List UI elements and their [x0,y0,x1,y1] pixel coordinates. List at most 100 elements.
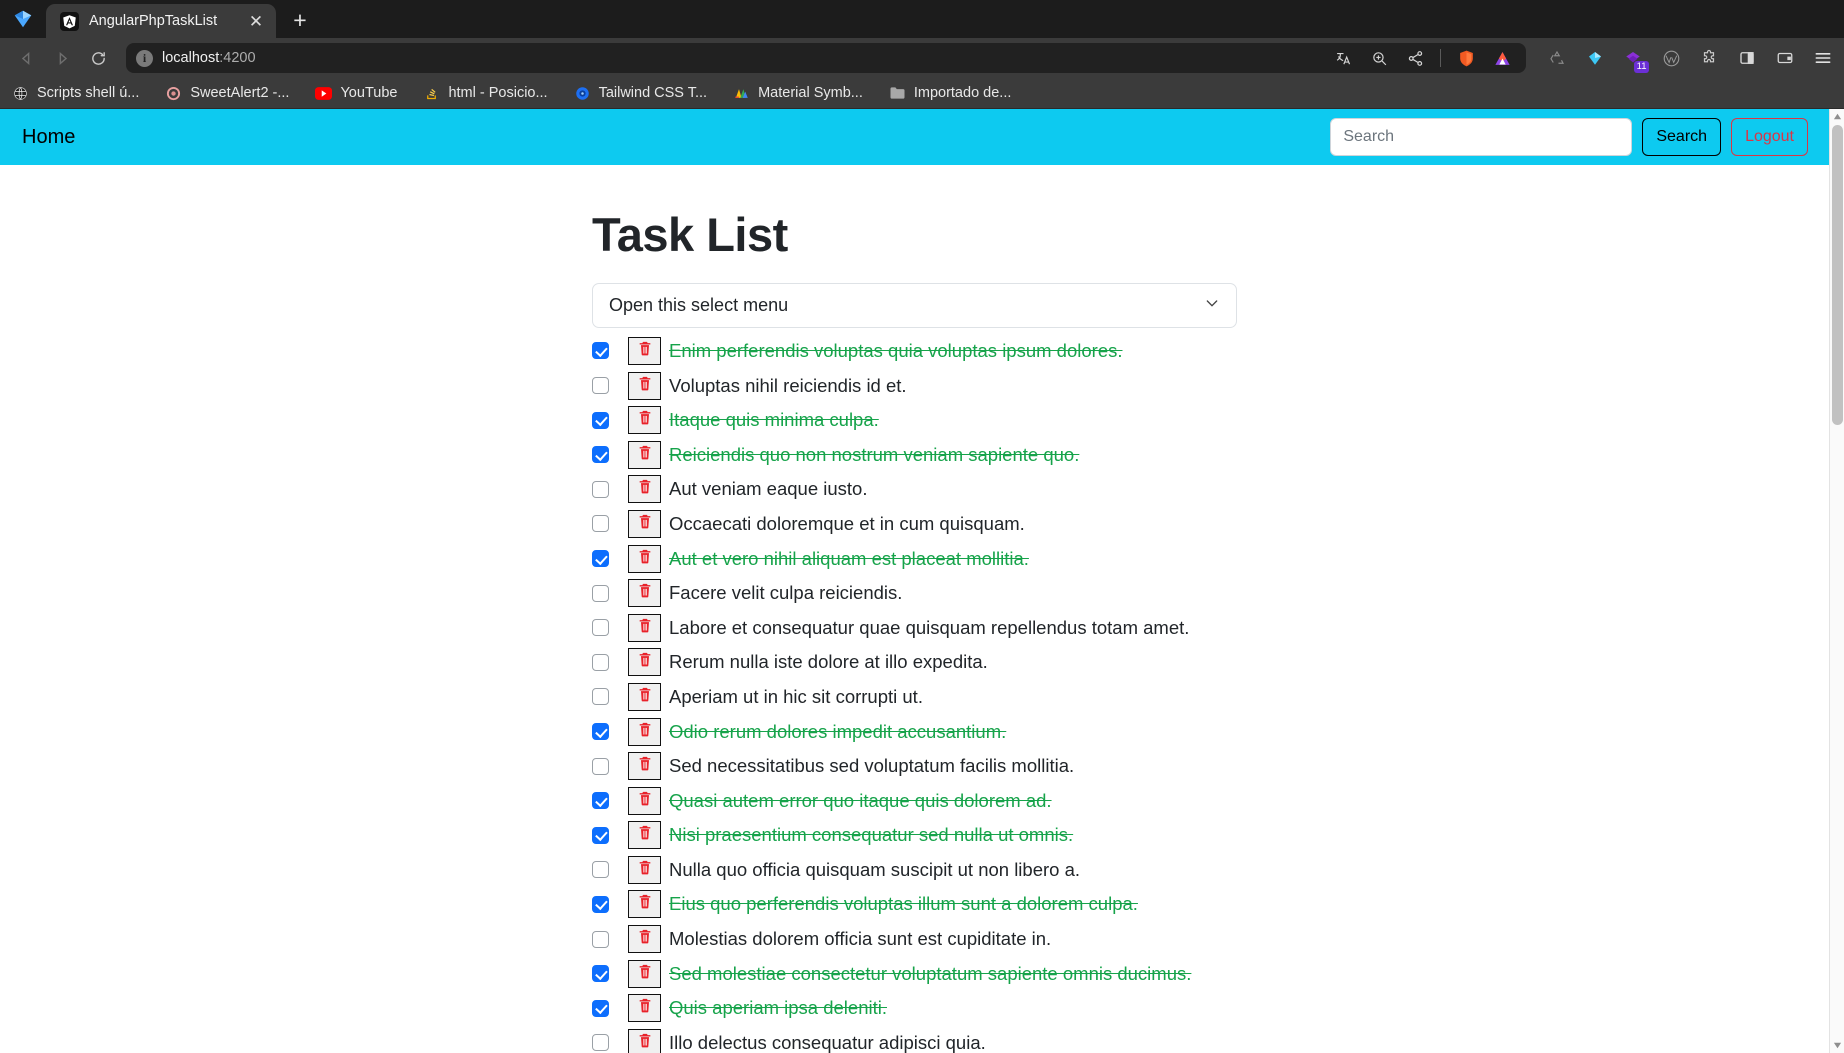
task-checkbox[interactable] [592,480,609,498]
delete-task-button[interactable] [628,406,661,435]
delete-task-button[interactable] [628,371,661,400]
scroll-up-arrow-icon[interactable] [1830,109,1844,124]
bookmark-youtube[interactable]: YouTube [315,85,397,102]
task-checkbox[interactable] [592,999,609,1017]
wordpress-icon[interactable] [1660,47,1682,69]
translate-icon[interactable] [1332,47,1354,69]
task-checkbox[interactable] [592,895,609,913]
task-row: Sed molestiae consectetur voluptatum sap… [592,956,1237,991]
bookmark-scripts-shell[interactable]: Scripts shell ú... [12,85,139,102]
sidebar-panel-icon[interactable] [1736,47,1758,69]
delete-task-button[interactable] [628,336,661,365]
trash-icon [637,997,653,1019]
hamburger-menu-icon[interactable] [1812,47,1834,69]
task-checkbox[interactable] [592,446,609,464]
navbar-right-group: Search Logout [1330,118,1808,156]
bookmark-label: html - Posicio... [448,85,548,101]
task-checkbox[interactable] [592,653,609,671]
task-checkbox[interactable] [592,619,609,637]
task-checkbox[interactable] [592,584,609,602]
delete-task-button[interactable] [628,648,661,677]
wallet-icon[interactable] [1774,47,1796,69]
browser-tab[interactable]: AngularPhpTaskList ✕ [46,4,276,38]
delete-task-button[interactable] [628,821,661,850]
bookmark-tailwind[interactable]: Tailwind CSS T... [574,85,707,102]
task-checkbox[interactable] [592,965,609,983]
zoom-search-icon[interactable] [1368,47,1390,69]
task-label: Nisi praesentium consequatur sed nulla u… [669,824,1074,846]
diamond-icon[interactable] [1584,47,1606,69]
search-input[interactable] [1330,118,1633,156]
back-arrow-icon[interactable] [10,43,42,73]
bookmark-material-symbols[interactable]: Material Symb... [733,85,863,102]
task-checkbox[interactable] [592,792,609,810]
trash-icon [637,340,653,362]
delete-task-button[interactable] [628,994,661,1023]
logout-button[interactable]: Logout [1731,118,1808,156]
delete-task-button[interactable] [628,544,661,573]
trash-icon [637,409,653,431]
task-checkbox[interactable] [592,342,609,360]
trash-icon [637,375,653,397]
recycle-icon[interactable] [1546,47,1568,69]
web-page: Home Search Logout Task List Open this s… [0,109,1829,1053]
scrollbar-thumb[interactable] [1832,125,1843,425]
task-checkbox[interactable] [592,411,609,429]
puzzle-extensions-icon[interactable] [1698,47,1720,69]
task-checkbox[interactable] [592,861,609,879]
bookmark-sweetalert2[interactable]: SweetAlert2 -... [165,85,289,102]
task-label: Aut veniam eaque iusto. [669,478,868,500]
stackoverflow-icon [423,85,440,102]
chevron-down-icon [1204,295,1220,316]
task-label: Illo delectus consequatur adipisci quia. [669,1031,986,1053]
delete-task-button[interactable] [628,1028,661,1053]
task-checkbox[interactable] [592,550,609,568]
delete-task-button[interactable] [628,925,661,954]
task-row: Sed necessitatibus sed voluptatum facili… [592,749,1237,784]
url-bar[interactable]: i localhost:4200 [126,43,1526,73]
trash-icon [637,617,653,639]
info-circle-icon[interactable]: i [136,49,153,67]
bookmark-html-posicio[interactable]: html - Posicio... [423,85,548,102]
task-label: Itaque quis minima culpa. [669,409,879,431]
trash-icon [637,478,653,500]
share-icon[interactable] [1404,47,1426,69]
delete-task-button[interactable] [628,890,661,919]
task-checkbox[interactable] [592,515,609,533]
delete-task-button[interactable] [628,786,661,815]
scroll-down-arrow-icon[interactable] [1830,1038,1844,1053]
close-icon[interactable]: ✕ [246,13,266,30]
nav-home-link[interactable]: Home [22,126,75,149]
delete-task-button[interactable] [628,959,661,988]
delete-task-button[interactable] [628,752,661,781]
task-checkbox[interactable] [592,723,609,741]
brave-shields-icon[interactable] [1455,47,1477,69]
task-checkbox[interactable] [592,688,609,706]
task-filter-select[interactable]: Open this select menu [592,282,1237,328]
extension-toolbar: 11 [1538,47,1834,73]
task-checkbox[interactable] [592,826,609,844]
delete-task-button[interactable] [628,855,661,884]
delete-task-button[interactable] [628,579,661,608]
delete-task-button[interactable] [628,475,661,504]
reload-icon[interactable] [82,43,114,73]
delete-task-button[interactable] [628,613,661,642]
task-row: Eius quo perferendis voluptas illum sunt… [592,887,1237,922]
task-checkbox[interactable] [592,757,609,775]
delete-task-button[interactable] [628,440,661,469]
page-scrollbar[interactable] [1829,109,1844,1053]
purple-extension-icon[interactable]: 11 [1622,47,1649,73]
brave-rewards-icon[interactable] [1491,47,1513,69]
forward-arrow-icon[interactable] [46,43,78,73]
delete-task-button[interactable] [628,682,661,711]
new-tab-button[interactable]: + [284,4,316,36]
search-button[interactable]: Search [1642,118,1722,156]
trash-icon [637,721,653,743]
task-checkbox[interactable] [592,1034,609,1052]
folder-icon [889,85,906,102]
task-checkbox[interactable] [592,377,609,395]
delete-task-button[interactable] [628,509,661,538]
delete-task-button[interactable] [628,717,661,746]
task-checkbox[interactable] [592,930,609,948]
bookmark-folder-importado[interactable]: Importado de... [889,85,1011,102]
